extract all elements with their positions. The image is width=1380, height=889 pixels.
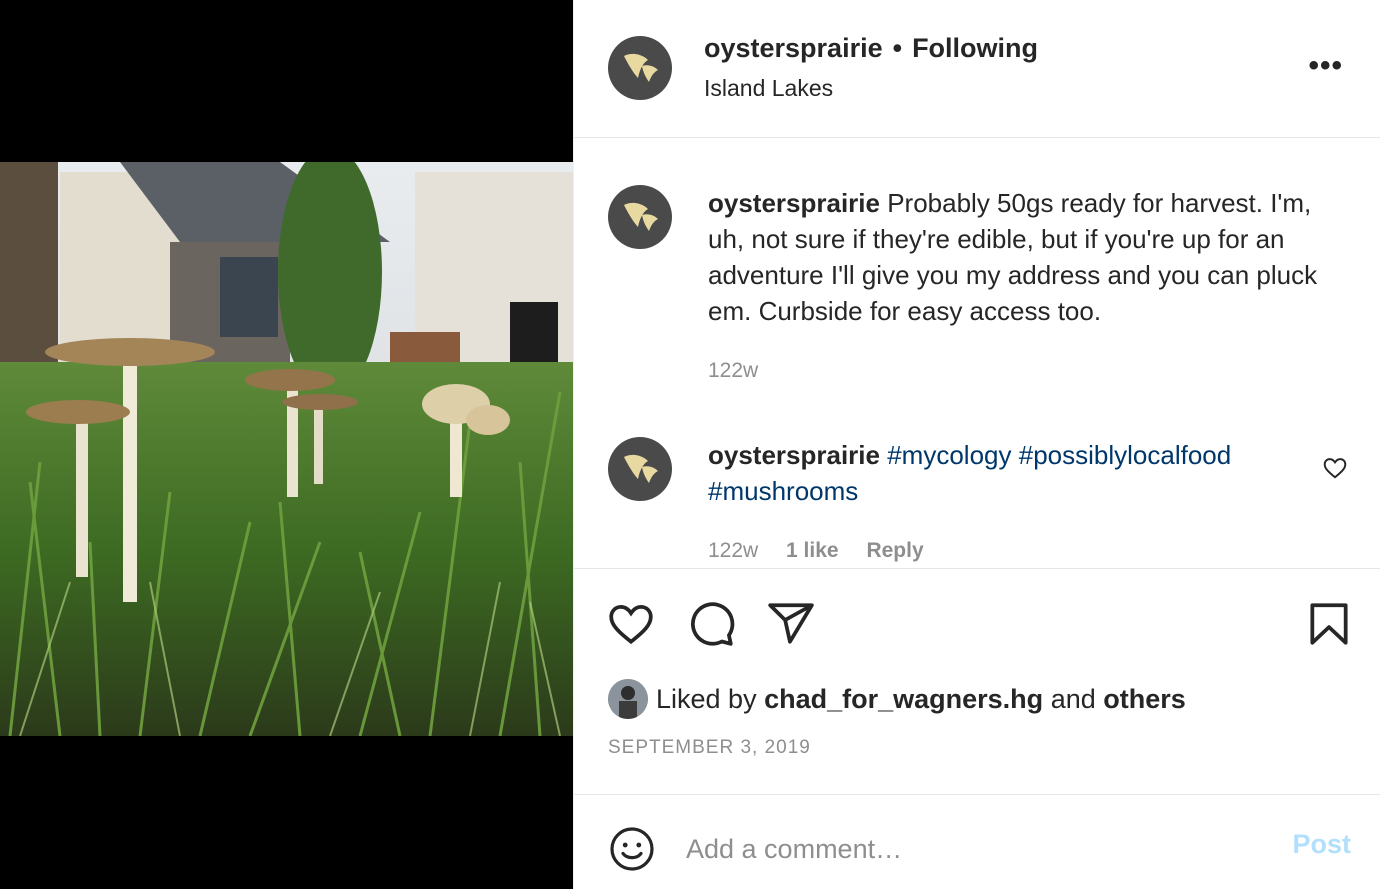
author-avatar[interactable] bbox=[608, 36, 672, 100]
comment-time[interactable]: 122w bbox=[708, 539, 758, 562]
hashtag-link[interactable]: #mushrooms bbox=[708, 476, 858, 506]
reply-button[interactable]: Reply bbox=[866, 539, 923, 562]
author-username[interactable]: oystersprairie bbox=[704, 33, 883, 63]
comment-like-count[interactable]: 1 like bbox=[786, 539, 839, 562]
caption-author[interactable]: oystersprairie bbox=[708, 188, 880, 218]
more-options-icon[interactable]: ••• bbox=[1308, 51, 1343, 81]
caption-avatar[interactable] bbox=[608, 185, 672, 249]
comments-list[interactable]: oystersprairie Probably 50gs ready for h… bbox=[574, 139, 1380, 567]
post-location[interactable]: Island Lakes bbox=[704, 75, 833, 102]
comment-input[interactable] bbox=[686, 825, 1246, 873]
comment-meta: 122w 1 like Reply bbox=[708, 539, 946, 563]
comment-icon[interactable] bbox=[686, 599, 736, 649]
post-button[interactable]: Post bbox=[1292, 829, 1351, 860]
liked-by-user[interactable]: chad_for_wagners.hg bbox=[764, 684, 1043, 715]
share-icon[interactable] bbox=[766, 599, 816, 649]
post-header: oystersprairie • Following Island Lakes ••… bbox=[574, 0, 1380, 138]
liked-by-others[interactable]: others bbox=[1103, 684, 1186, 715]
liked-by-and: and bbox=[1050, 683, 1096, 714]
comment-avatar[interactable] bbox=[608, 437, 672, 501]
oyster-logo-icon bbox=[624, 53, 658, 82]
hashtag-link[interactable]: #mycology bbox=[887, 440, 1011, 470]
comment-author[interactable]: oystersprairie bbox=[708, 440, 880, 470]
hashtag-link[interactable]: #possiblylocalfood bbox=[1019, 440, 1231, 470]
heart-icon[interactable] bbox=[606, 599, 656, 649]
following-button[interactable]: Following bbox=[912, 33, 1038, 63]
follow-separator: • bbox=[892, 33, 903, 63]
oyster-logo-icon bbox=[624, 202, 658, 231]
liked-by-prefix: Liked by bbox=[656, 683, 757, 714]
comment-body: oystersprairie #mycology #possiblylocalf… bbox=[708, 437, 1308, 509]
post-actions: Liked by chad_for_wagners.hg and others … bbox=[574, 568, 1380, 793]
oyster-logo-icon bbox=[624, 454, 658, 483]
caption-body: oystersprairie Probably 50gs ready for h… bbox=[708, 185, 1338, 329]
post-sidebar: oystersprairie • Following Island Lakes ••… bbox=[573, 0, 1380, 889]
comment-composer: Post bbox=[574, 794, 1380, 889]
mushroom-photo bbox=[0, 162, 573, 736]
post-media[interactable] bbox=[0, 0, 573, 889]
person-avatar-icon bbox=[608, 679, 648, 719]
bookmark-icon[interactable] bbox=[1304, 599, 1354, 649]
comment-heart-icon[interactable] bbox=[1322, 455, 1348, 481]
post-photo[interactable] bbox=[0, 162, 573, 736]
caption-meta: 122w bbox=[708, 359, 780, 383]
caption-time[interactable]: 122w bbox=[708, 359, 758, 382]
liker-avatar[interactable] bbox=[608, 679, 648, 719]
post-date[interactable]: SEPTEMBER 3, 2019 bbox=[608, 737, 811, 759]
smiley-icon[interactable] bbox=[608, 825, 656, 873]
liked-by-row: Liked by chad_for_wagners.hg and others bbox=[608, 679, 1186, 719]
header-title-row: oystersprairie • Following bbox=[704, 33, 1038, 64]
